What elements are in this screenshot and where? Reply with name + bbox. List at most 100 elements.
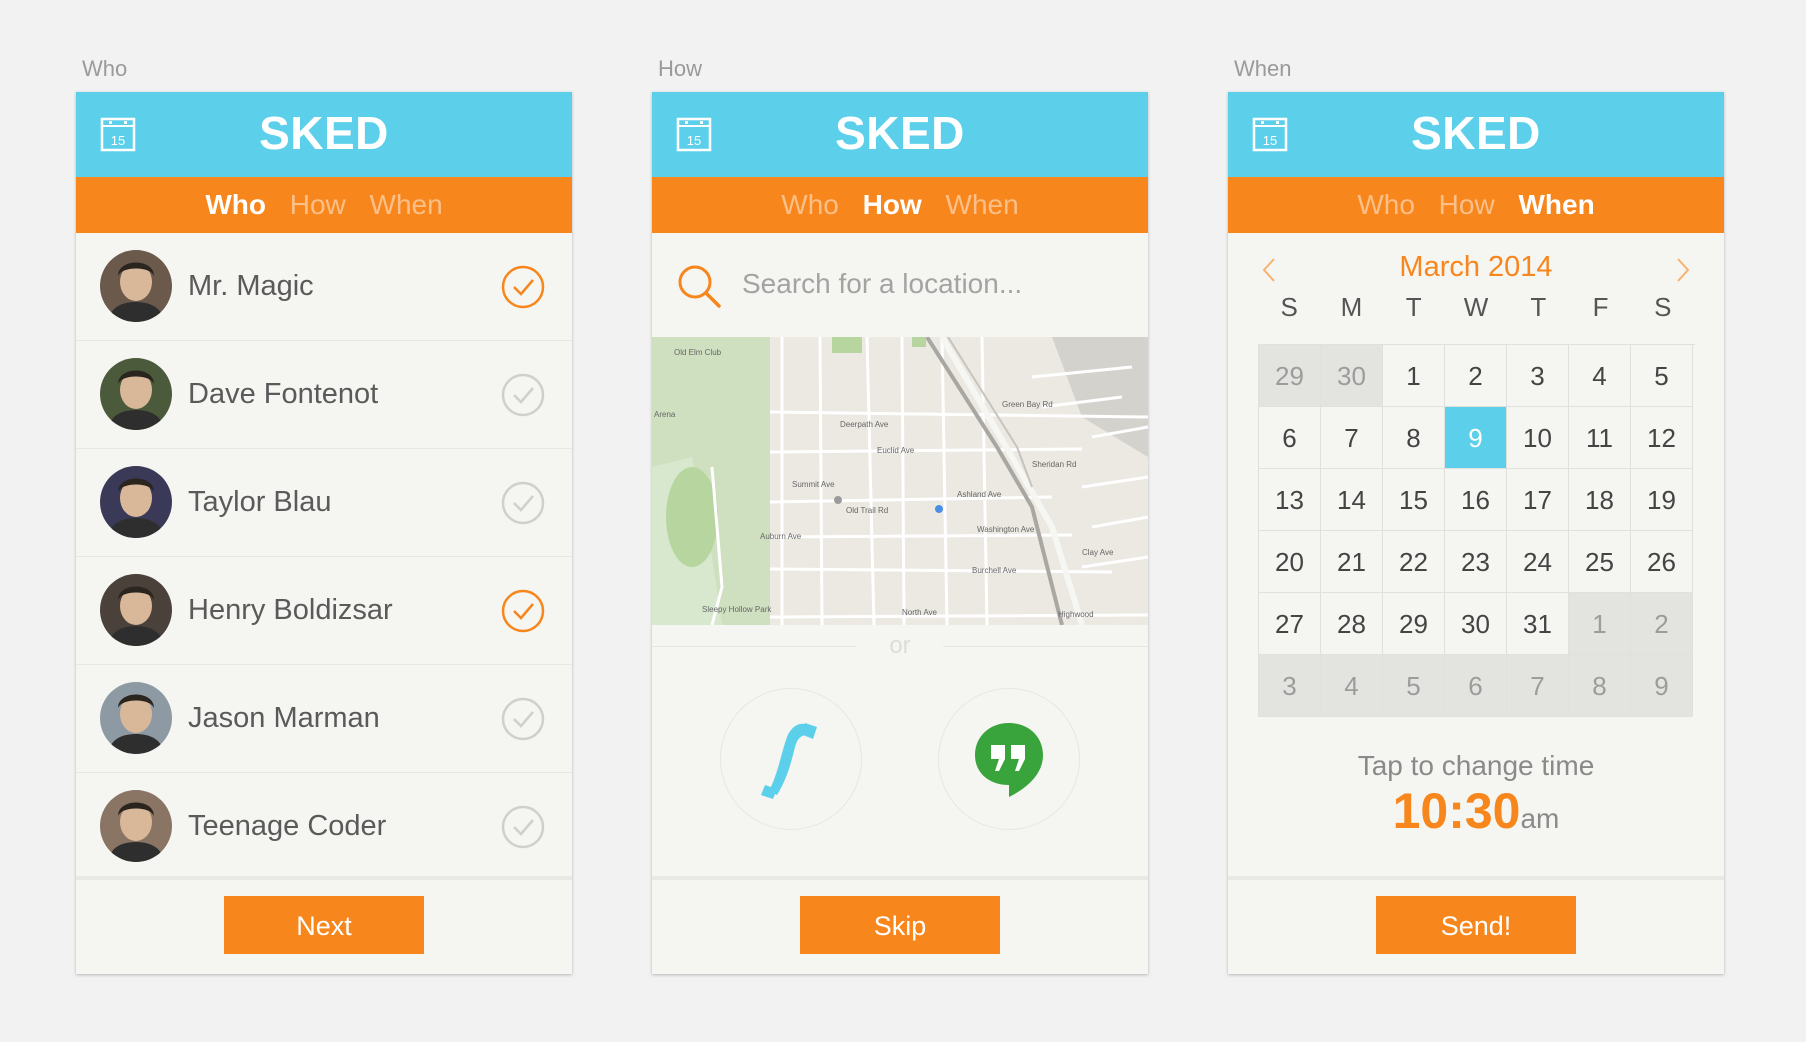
person-row[interactable]: Jason Marman: [76, 665, 572, 773]
calendar-day[interactable]: 23: [1445, 531, 1507, 593]
calendar-day[interactable]: 27: [1259, 593, 1321, 655]
hangouts-button[interactable]: [938, 688, 1080, 830]
calendar-day-selected[interactable]: 9: [1445, 407, 1507, 469]
weekday-label: T: [1405, 292, 1422, 322]
map-label: Old Trail Rd: [846, 506, 888, 515]
calendar-day[interactable]: 18: [1569, 469, 1631, 531]
time-picker[interactable]: 10:30am: [1228, 782, 1724, 840]
weekday-label: F: [1592, 292, 1609, 322]
calendar-day[interactable]: 31: [1507, 593, 1569, 655]
calendar-day[interactable]: 1: [1383, 345, 1445, 407]
calendar-day[interactable]: 6: [1259, 407, 1321, 469]
tab-how[interactable]: How: [290, 189, 346, 220]
check-icon[interactable]: [500, 372, 546, 418]
calendar-day[interactable]: 20: [1259, 531, 1321, 593]
map-label: Summit Ave: [792, 480, 835, 489]
tab-who[interactable]: Who: [1357, 189, 1415, 220]
map-label: Clay Ave: [1082, 548, 1114, 557]
map-label: Burchell Ave: [972, 566, 1017, 575]
tab-when[interactable]: When: [1518, 189, 1594, 220]
tab-who[interactable]: Who: [205, 189, 266, 220]
brand-title: SKED: [259, 107, 389, 159]
tab-how[interactable]: How: [1439, 189, 1495, 220]
tab-who[interactable]: Who: [781, 189, 839, 220]
calendar-day[interactable]: 2: [1445, 345, 1507, 407]
calendar-day[interactable]: 4: [1321, 655, 1383, 717]
calendar-day[interactable]: 25: [1569, 531, 1631, 593]
calendar-day[interactable]: 8: [1383, 407, 1445, 469]
calendar-day[interactable]: 14: [1321, 469, 1383, 531]
location-map[interactable]: Old Elm Club Arena Deerpath Ave Euclid A…: [652, 337, 1148, 625]
calendar-day[interactable]: 28: [1321, 593, 1383, 655]
calendar-day[interactable]: 2: [1631, 593, 1693, 655]
person-row[interactable]: Dave Fontenot: [76, 341, 572, 449]
calendar-day[interactable]: 17: [1507, 469, 1569, 531]
calendar-day[interactable]: 3: [1507, 345, 1569, 407]
person-row[interactable]: Teenage Coder: [76, 773, 572, 881]
person-name: Jason Marman: [188, 702, 380, 734]
calendar-day[interactable]: 30: [1445, 593, 1507, 655]
map-label: Old Elm Club: [674, 348, 722, 357]
avatar: [100, 466, 172, 538]
location-search: [652, 233, 1148, 338]
tab-when[interactable]: When: [946, 189, 1019, 220]
calendar-day[interactable]: 29: [1259, 345, 1321, 407]
calendar-day[interactable]: 19: [1631, 469, 1693, 531]
calendar-day[interactable]: 7: [1507, 655, 1569, 717]
phone-call-button[interactable]: [720, 688, 862, 830]
calendar-day[interactable]: 8: [1569, 655, 1631, 717]
tab-when[interactable]: When: [370, 189, 443, 220]
calendar-day[interactable]: 11: [1569, 407, 1631, 469]
map-label: Sleepy Hollow Park: [702, 605, 772, 614]
check-icon[interactable]: [500, 480, 546, 526]
when-footer: Send!: [1228, 876, 1724, 974]
calendar-day[interactable]: 21: [1321, 531, 1383, 593]
send-button[interactable]: Send!: [1376, 896, 1576, 954]
calendar-day[interactable]: 12: [1631, 407, 1693, 469]
check-icon[interactable]: [500, 696, 546, 742]
calendar-day[interactable]: 1: [1569, 593, 1631, 655]
next-button[interactable]: Next: [224, 896, 424, 954]
next-month-icon[interactable]: [1672, 255, 1694, 285]
check-selected-icon[interactable]: [500, 588, 546, 634]
person-row[interactable]: Taylor Blau: [76, 449, 572, 557]
calendar-day[interactable]: 9: [1631, 655, 1693, 717]
map-label: Ashland Ave: [957, 490, 1002, 499]
person-row[interactable]: Henry Boldizsar: [76, 557, 572, 665]
calendar-day[interactable]: 24: [1507, 531, 1569, 593]
app-header: 15 SKED: [76, 92, 572, 177]
check-selected-icon[interactable]: [500, 264, 546, 310]
person-name: Teenage Coder: [188, 810, 387, 842]
brand-title: SKED: [1411, 107, 1541, 159]
app-header: 15 SKED: [652, 92, 1148, 177]
calendar-day[interactable]: 30: [1321, 345, 1383, 407]
person-row[interactable]: Mr. Magic: [76, 233, 572, 341]
check-icon[interactable]: [500, 804, 546, 850]
tab-bar: Who How When: [652, 177, 1148, 233]
calendar-day[interactable]: 6: [1445, 655, 1507, 717]
calendar-day[interactable]: 15: [1383, 469, 1445, 531]
calendar-day[interactable]: 3: [1259, 655, 1321, 717]
map-label: Green Bay Rd: [1002, 400, 1053, 409]
map-label: Auburn Ave: [760, 532, 802, 541]
map-label: Arena: [654, 410, 676, 419]
calendar-day[interactable]: 13: [1259, 469, 1321, 531]
people-list: Mr. Magic Dave Fontenot Taylor Blau Henry B…: [76, 233, 572, 881]
location-search-input[interactable]: [740, 261, 1124, 307]
map-label: Highwood: [1058, 610, 1094, 619]
calendar-day[interactable]: 26: [1631, 531, 1693, 593]
calendar-day[interactable]: 5: [1631, 345, 1693, 407]
calendar-header: March 2014: [1228, 233, 1724, 293]
time-hint: Tap to change time: [1357, 750, 1595, 781]
calendar-day[interactable]: 16: [1445, 469, 1507, 531]
person-name: Mr. Magic: [188, 270, 314, 302]
skip-button[interactable]: Skip: [800, 896, 1000, 954]
tab-how[interactable]: How: [863, 189, 922, 220]
calendar-day[interactable]: 10: [1507, 407, 1569, 469]
calendar-day[interactable]: 22: [1383, 531, 1445, 593]
person-name: Henry Boldizsar: [188, 594, 393, 626]
calendar-day[interactable]: 7: [1321, 407, 1383, 469]
calendar-day[interactable]: 5: [1383, 655, 1445, 717]
calendar-day[interactable]: 29: [1383, 593, 1445, 655]
calendar-day[interactable]: 4: [1569, 345, 1631, 407]
